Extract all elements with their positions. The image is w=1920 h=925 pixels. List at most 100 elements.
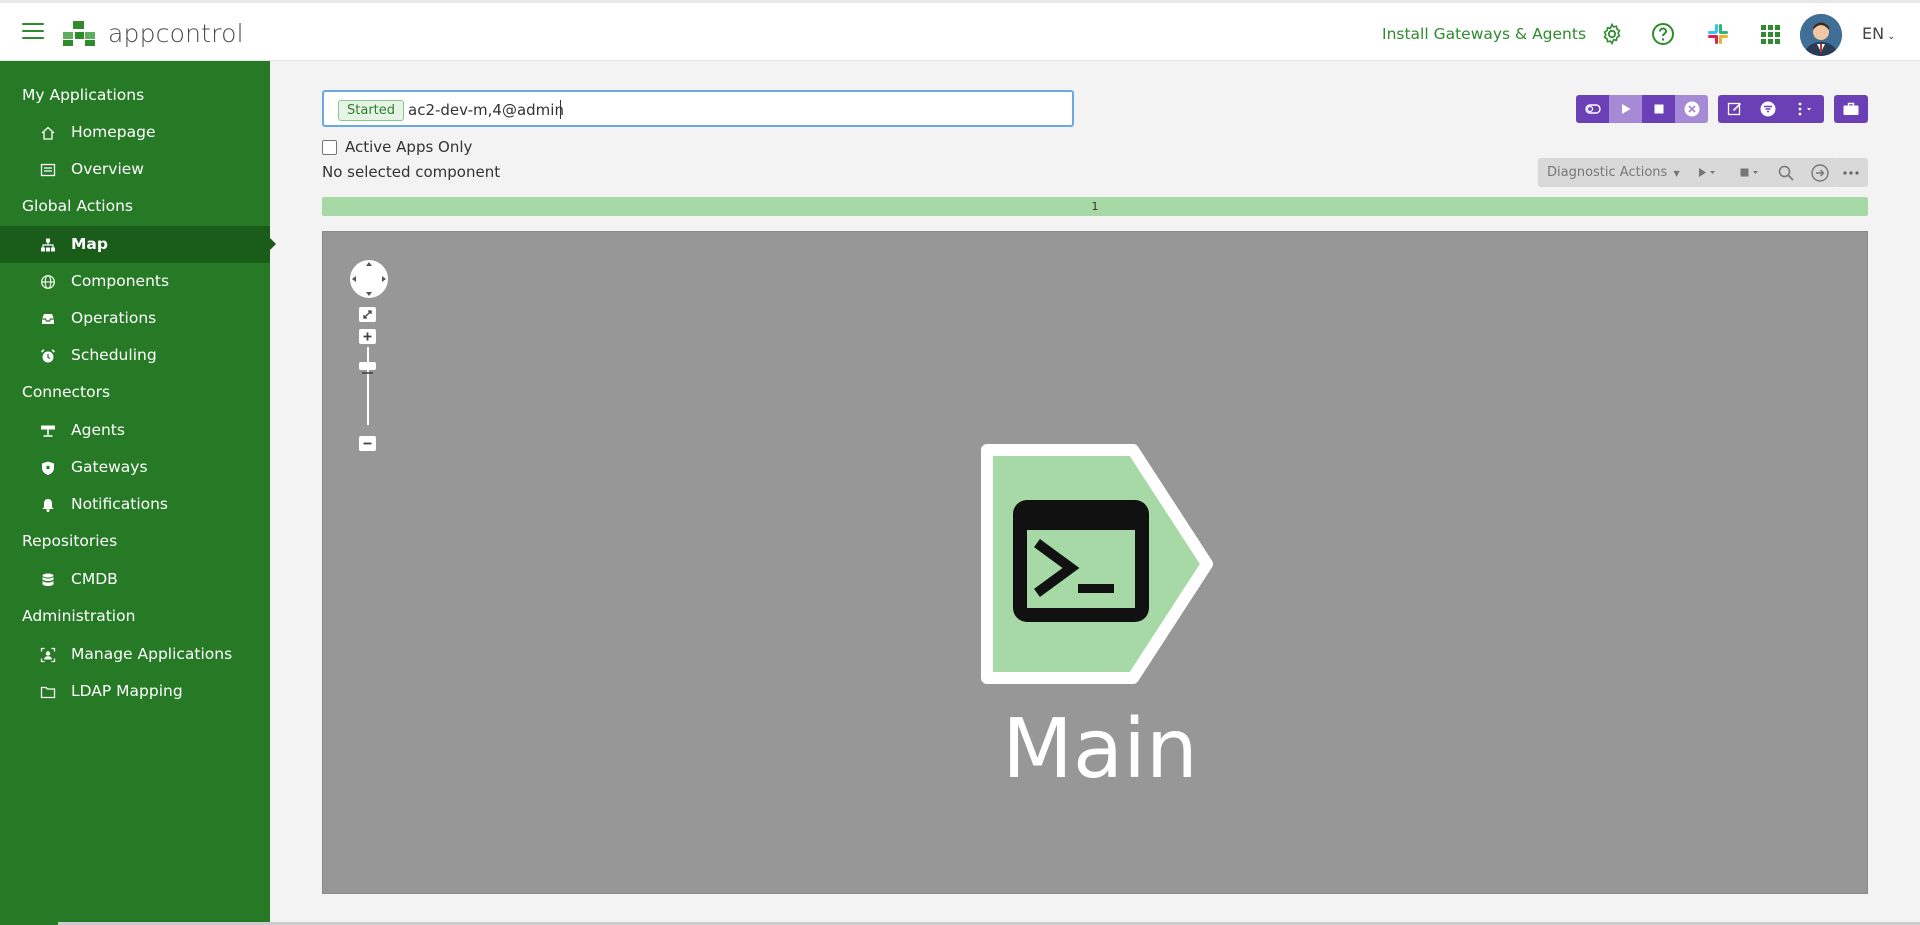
sidebar-item-label: Homepage bbox=[71, 123, 156, 141]
edit-icon bbox=[1727, 102, 1741, 116]
play-icon bbox=[1698, 168, 1715, 177]
zoom-out-button[interactable] bbox=[359, 436, 376, 451]
sidebar-section-global-actions[interactable]: Global Actions bbox=[0, 188, 270, 225]
sidebar-item-label: Notifications bbox=[71, 495, 169, 513]
terminal-icon bbox=[1013, 500, 1149, 622]
diagnostic-stop-dropdown[interactable] bbox=[1730, 158, 1770, 187]
selection-status-text: No selected component bbox=[322, 163, 501, 181]
filter-button[interactable] bbox=[1751, 95, 1784, 123]
agent-icon bbox=[41, 425, 55, 437]
diagnostic-navigate-button[interactable] bbox=[1803, 158, 1837, 187]
language-selector[interactable]: EN ⌄ bbox=[1862, 24, 1895, 43]
globe-icon bbox=[41, 275, 55, 289]
arrow-circle-right-icon bbox=[1810, 164, 1829, 182]
sidebar-item-ldap-mapping[interactable]: LDAP Mapping bbox=[0, 673, 270, 710]
stop-icon bbox=[1654, 104, 1663, 114]
sidebar-item-label: Map bbox=[71, 235, 108, 253]
apps-grid-icon[interactable] bbox=[1758, 22, 1782, 46]
sidebar-section-connectors[interactable]: Connectors bbox=[0, 374, 270, 411]
sidebar-item-label: Agents bbox=[71, 421, 125, 439]
diagnostic-search-button[interactable] bbox=[1770, 158, 1803, 187]
more-actions-button[interactable] bbox=[1834, 158, 1868, 187]
sidebar-section-repositories[interactable]: Repositories bbox=[0, 523, 270, 560]
close-circle-icon bbox=[1684, 101, 1699, 117]
sidebar-item-label: LDAP Mapping bbox=[71, 682, 183, 700]
help-icon[interactable] bbox=[1651, 22, 1675, 46]
user-frame-icon bbox=[40, 647, 56, 663]
briefcase-group bbox=[1834, 95, 1868, 123]
sidebar-item-label: CMDB bbox=[71, 570, 118, 588]
appcontrol-logo bbox=[63, 21, 95, 46]
expand-icon bbox=[363, 310, 372, 319]
sidebar-item-homepage[interactable]: Homepage bbox=[0, 114, 270, 151]
map-node-label: Main bbox=[1002, 702, 1198, 797]
top-bar: appcontrol Install Gateways & Agents EN … bbox=[0, 0, 1920, 61]
vertical-ellipsis-icon bbox=[1798, 102, 1811, 116]
folder-icon bbox=[40, 686, 56, 699]
sidebar-item-cmdb[interactable]: CMDB bbox=[0, 561, 270, 598]
menu-toggle-icon[interactable] bbox=[22, 23, 44, 41]
sidebar-item-label: Gateways bbox=[71, 458, 148, 476]
text-caret bbox=[560, 100, 561, 119]
sidebar-item-label: Components bbox=[71, 272, 170, 290]
active-apps-only-label: Active Apps Only bbox=[345, 138, 473, 156]
play-icon bbox=[1621, 104, 1630, 114]
zoom-slider-track[interactable] bbox=[367, 347, 369, 425]
diagnostic-actions-label: Diagnostic Actions bbox=[1547, 165, 1668, 180]
toggle-icon bbox=[1584, 104, 1601, 114]
map-node-main[interactable] bbox=[973, 442, 1223, 692]
application-map-canvas[interactable]: Main bbox=[322, 231, 1868, 894]
slider-handle-icon bbox=[362, 372, 373, 374]
diagnostic-start-dropdown[interactable] bbox=[1688, 158, 1730, 187]
more-options-button[interactable] bbox=[1784, 95, 1824, 123]
brand-name: appcontrol bbox=[108, 19, 244, 48]
active-apps-only-checkbox[interactable] bbox=[322, 140, 337, 155]
overview-icon bbox=[40, 163, 56, 177]
sidebar-item-label: Operations bbox=[71, 309, 157, 327]
alarm-clock-icon bbox=[40, 349, 56, 363]
pan-control[interactable] bbox=[350, 260, 388, 298]
zoom-in-button[interactable] bbox=[359, 329, 376, 344]
sidebar-section-administration[interactable]: Administration bbox=[0, 598, 270, 635]
install-gateways-link[interactable]: Install Gateways & Agents bbox=[1382, 25, 1586, 43]
sidebar-item-scheduling[interactable]: Scheduling bbox=[0, 337, 270, 374]
sidebar-section-my-applications[interactable]: My Applications bbox=[0, 77, 270, 114]
sidebar: My Applications Homepage Overview Global… bbox=[0, 61, 276, 925]
settings-gear-icon[interactable] bbox=[1600, 22, 1624, 46]
cancel-button[interactable] bbox=[1675, 95, 1708, 123]
bell-icon bbox=[42, 499, 54, 512]
sidebar-item-label: Overview bbox=[71, 160, 144, 178]
sidebar-item-gateways[interactable]: Gateways bbox=[0, 449, 270, 486]
sidebar-item-manage-applications[interactable]: Manage Applications bbox=[0, 636, 270, 673]
pan-arrows-icon bbox=[352, 262, 386, 296]
zoom-slider-handle[interactable] bbox=[359, 362, 376, 374]
start-button[interactable] bbox=[1609, 95, 1642, 123]
plus-icon bbox=[363, 332, 372, 341]
sidebar-item-overview[interactable]: Overview bbox=[0, 151, 270, 188]
diagnostic-actions-dropdown[interactable]: Diagnostic Actions ▼ bbox=[1538, 158, 1688, 187]
minus-icon bbox=[363, 442, 372, 445]
edit-button[interactable] bbox=[1718, 95, 1751, 123]
sidebar-item-components[interactable]: Components bbox=[0, 263, 270, 300]
fit-to-screen-button[interactable] bbox=[359, 307, 376, 322]
status-badge: Started bbox=[338, 100, 405, 121]
sidebar-item-label: Scheduling bbox=[71, 346, 157, 364]
slack-icon[interactable] bbox=[1706, 22, 1730, 46]
sidebar-item-operations[interactable]: Operations bbox=[0, 300, 270, 337]
user-avatar[interactable] bbox=[1800, 14, 1842, 56]
filter-icon bbox=[1760, 101, 1775, 117]
home-icon bbox=[41, 126, 55, 140]
edit-buttons bbox=[1718, 95, 1824, 123]
application-selector-input[interactable]: Started ac2-dev-m,4@admin bbox=[322, 90, 1074, 127]
toggle-button[interactable] bbox=[1576, 95, 1609, 123]
diagnostic-toolbar: Diagnostic Actions ▼ bbox=[1538, 158, 1837, 187]
inbox-icon bbox=[42, 314, 54, 324]
briefcase-button[interactable] bbox=[1834, 95, 1868, 123]
sidebar-item-notifications[interactable]: Notifications bbox=[0, 486, 270, 523]
stop-button[interactable] bbox=[1642, 95, 1675, 123]
sidebar-item-agents[interactable]: Agents bbox=[0, 412, 270, 449]
stop-icon bbox=[1740, 168, 1758, 177]
app-control-buttons bbox=[1576, 95, 1708, 123]
sidebar-item-map[interactable]: Map bbox=[0, 226, 276, 263]
shield-icon bbox=[42, 461, 54, 475]
